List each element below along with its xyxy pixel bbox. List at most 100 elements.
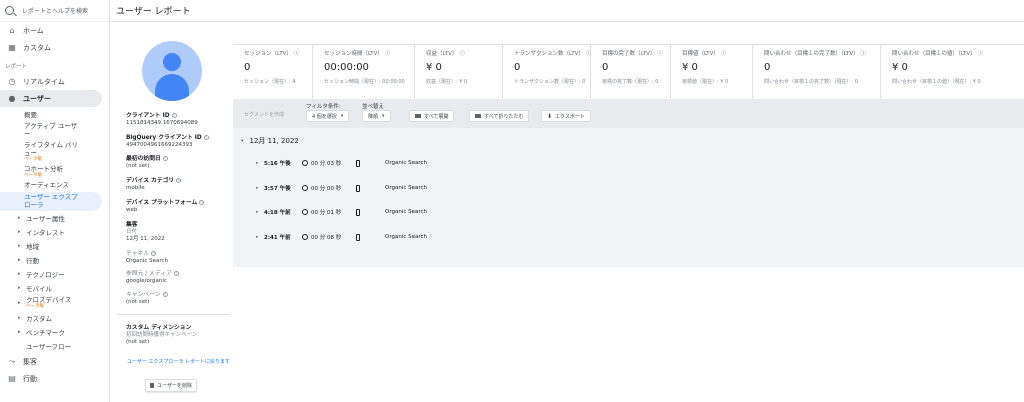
metric-sessions: セッション（LTV） ⓘ 0 セッション（現在）: 4 — [233, 45, 313, 99]
help-icon[interactable]: ? — [171, 113, 177, 118]
collapse-all-button[interactable]: すべて折りたたむ — [469, 110, 530, 122]
date-label: 日付 — [126, 229, 138, 235]
caret-right-icon: ▸ — [256, 185, 259, 191]
nav-custom[interactable]: ▦ カスタム — [0, 39, 109, 56]
caret-right-icon: ▸ — [18, 243, 21, 249]
tree-crossdevice[interactable]: ▸ クロスデバイス ベータ版 — [0, 295, 109, 311]
caret-right-icon: ▸ — [18, 229, 21, 235]
metric-label-text: 目標値（LTV） — [682, 51, 719, 57]
session-row[interactable]: ▸ 5:16 午後 00 分 03 秒 Organic Search — [256, 158, 427, 168]
metric-label: 目標の完了数（LTV） ⓘ — [602, 51, 670, 58]
filter-dropdown[interactable]: 4 個を選択 — [306, 110, 350, 122]
back-to-explorer-link[interactable]: ユーザー エクスプローラ レポートに戻ります — [127, 358, 230, 365]
help-icon[interactable]: ⓘ — [459, 51, 465, 57]
help-icon[interactable]: ? — [162, 292, 168, 297]
help-icon[interactable]: ⓘ — [860, 51, 866, 57]
tree-technology[interactable]: ▸ テクノロジー — [0, 267, 109, 281]
first-visit-value: (not set) — [126, 163, 150, 169]
metric-label-text: 目標の完了数（LTV） — [602, 51, 656, 57]
tree-label: テクノロジー — [26, 271, 65, 279]
sort-dropdown[interactable]: 降順 — [362, 110, 391, 122]
caret-right-icon: ▸ — [256, 234, 259, 240]
help-icon[interactable]: ? — [176, 178, 182, 183]
mobile-icon — [356, 159, 360, 167]
sub-audience[interactable]: オーディエンス — [0, 181, 109, 192]
metric-label-text: 問い合わせ（目標１の完了数）（LTV） — [764, 51, 859, 57]
search-icon — [5, 6, 14, 15]
help-icon[interactable]: ⓘ — [385, 51, 391, 57]
help-icon[interactable]: ⓘ — [977, 51, 983, 57]
help-icon[interactable]: ⓘ — [657, 51, 663, 57]
help-icon[interactable]: ? — [203, 135, 209, 140]
metric-value: ¥ 0 — [426, 62, 442, 73]
acquisition-field: 集客 日付 12月 11, 2022 — [126, 222, 230, 243]
sub-active-users[interactable]: アクティブ ユーザ ー — [0, 122, 80, 141]
campaign-label-text: キャンペーン — [126, 292, 161, 298]
help-icon[interactable]: ⓘ — [721, 51, 727, 57]
filter-label: フィルタ条件: — [306, 104, 341, 110]
tree-user-flow[interactable]: ユーザーフロー — [0, 339, 109, 353]
sub-overview[interactable]: 概要 — [0, 111, 109, 122]
caret-right-icon: ▸ — [18, 271, 21, 277]
sub-cohort-label: コホート分析 — [24, 165, 63, 173]
campaign-value: (not set) — [126, 299, 150, 305]
help-icon[interactable]: ? — [162, 156, 168, 161]
nav-realtime[interactable]: ◷ リアルタイム — [0, 73, 109, 90]
nav-home[interactable]: ⌂ ホーム — [0, 22, 109, 39]
beta-badge: ベータ版 — [24, 173, 42, 178]
session-row[interactable]: ▸ 3:57 午後 00 分 00 秒 Organic Search — [256, 183, 427, 193]
metric-value: 0 — [602, 62, 609, 73]
nav-user-label: ユーザー — [23, 94, 51, 103]
date-group-toggle[interactable]: ▾ 12月 11, 2022 — [241, 136, 299, 146]
sub-lifetime-value[interactable]: ライフタイム バリ ュー ベータ版 — [0, 141, 80, 165]
tree-benchmark[interactable]: ▸ ベンチマーク — [0, 325, 109, 339]
campaign-field: キャンペーン? (not set) — [126, 292, 230, 306]
report-search[interactable]: レポートとヘルプを検索 — [0, 0, 109, 22]
device-platform-field: デバイス プラットフォーム? web — [126, 200, 230, 214]
device-platform-label-text: デバイス プラットフォーム — [126, 200, 198, 206]
sub-cohort[interactable]: コホート分析 ベータ版 — [0, 165, 109, 181]
metric-label-text: セッション（LTV） — [244, 51, 292, 57]
delete-user-label: ユーザーを削除 — [157, 383, 192, 389]
help-icon[interactable]: ? — [199, 200, 205, 205]
avatar-head — [163, 53, 181, 71]
session-row[interactable]: ▸ 2:41 午前 00 分 08 秒 Organic Search — [256, 232, 427, 242]
create-segment-button[interactable]: セグメントを作成 — [244, 111, 284, 118]
client-id-label-text: クライアント ID — [126, 113, 170, 119]
metric-label-text: トランザクション数（LTV） — [514, 51, 584, 57]
tree-geo[interactable]: ▸ 地域 — [0, 239, 109, 253]
download-icon: ⬇ — [547, 112, 553, 120]
mobile-icon — [356, 184, 360, 192]
tree-demographics[interactable]: ▸ ユーザー属性 — [0, 211, 109, 225]
metric-label: 問い合わせ（目標１の値）（LTV） ⓘ — [892, 51, 1009, 58]
metric-sub: 収益（現在）: ¥ 0 — [426, 79, 468, 85]
help-icon[interactable]: ⓘ — [294, 51, 300, 57]
session-channel: Organic Search — [385, 234, 428, 240]
expand-all-button[interactable]: すべて展開 — [409, 110, 455, 122]
metric-session-duration: セッション時間（LTV） ⓘ 00:00:00 セッション時間（現在）: 00:… — [313, 45, 415, 99]
nav-behavior[interactable]: ▤ 行動 — [0, 370, 109, 387]
nav-acquisition[interactable]: ⤳ 集客 — [0, 353, 109, 370]
help-icon[interactable]: ? — [173, 271, 179, 276]
metric-goal-completions: 目標の完了数（LTV） ⓘ 0 目標の完了数（現在）: 0 — [591, 45, 671, 99]
metric-sub: 問い合わせ（目標１の値）（現在）: ¥ 0 — [892, 79, 981, 85]
first-visit-field: 最初の訪問日? (not set) — [126, 156, 230, 170]
device-category-value: mobile — [126, 185, 145, 191]
tree-behavior[interactable]: ▸ 行動 — [0, 253, 109, 267]
date-group-label: 12月 11, 2022 — [249, 137, 299, 145]
channel-value: Organic Search — [126, 258, 169, 264]
help-icon[interactable]: ? — [151, 251, 157, 256]
session-row[interactable]: ▸ 4:18 午前 00 分 01 秒 Organic Search — [256, 207, 427, 217]
metric-label: 目標値（LTV） ⓘ — [682, 51, 752, 58]
tree-label: カスタム — [26, 315, 52, 323]
nav-user[interactable]: ● ユーザー — [0, 90, 102, 107]
custom-dimension-sub: 初回訪問時獲得キャンペーン — [126, 332, 198, 338]
sub-user-explorer[interactable]: ユーザー エクスプ ローラ — [0, 192, 102, 211]
tree-interests[interactable]: ▸ インタレスト — [0, 225, 109, 239]
tree-custom[interactable]: ▸ カスタム — [0, 311, 109, 325]
export-button[interactable]: ⬇ エクスポート — [541, 110, 591, 122]
delete-user-button[interactable]: ユーザーを削除 — [145, 379, 197, 392]
tree-mobile[interactable]: ▸ モバイル — [0, 281, 109, 295]
metric-value: 0 — [764, 62, 771, 73]
nav-behavior-label: 行動 — [23, 374, 37, 383]
